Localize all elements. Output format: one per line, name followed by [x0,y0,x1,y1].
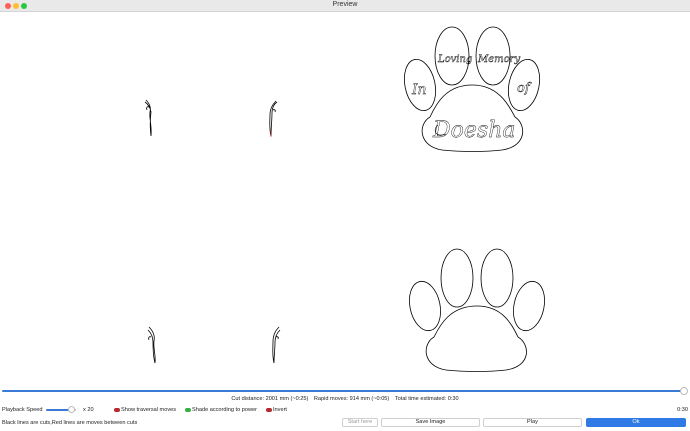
cut-paw-print [409,248,545,372]
footer-bar: Black lines are cuts,Red lines are moves… [0,418,690,428]
show-traversal-label: Show traversal moves [121,407,177,413]
engraving-text-loving: Loving [437,54,472,65]
engraving-text-of: of [517,81,532,96]
engraving-text-group: Loving Memory In of Doesha [411,54,532,143]
cut-statistics: Cut distance: 2001 mm (~0:25) Rapid move… [0,396,690,402]
curl-shape-top-left [144,99,152,137]
rapid-moves-text: Rapid moves: 914 mm (~0:05) [313,396,390,402]
curl-shape-bottom-left [147,326,156,364]
invert-toggle[interactable] [266,408,272,412]
playback-progress-handle[interactable] [680,387,688,395]
playback-progress-bar[interactable] [2,390,686,392]
playback-speed-label: Playback Speed [2,407,43,413]
engraving-text-memory: Memory [477,54,520,65]
playback-speed-handle[interactable] [68,406,75,413]
playback-controls: Playback Speed x 20 Show traversal moves… [0,406,690,415]
ok-button[interactable]: Ok [586,418,686,427]
curl-shape-bottom-right [272,326,281,364]
playback-speed-value: x 20 [83,407,94,413]
time-readout: 0:30 [677,407,688,413]
engraving-text-in: In [411,82,427,98]
cut-distance-text: Cut distance: 2001 mm (~0:25) [231,396,309,402]
preview-window: Preview Loving Memory In of Doesha Cut d… [0,0,690,431]
show-traversal-toggle[interactable] [114,408,120,412]
engraving-text-name: Doesha [432,118,515,143]
window-title: Preview [332,1,358,8]
title-bar: Preview [0,0,690,12]
play-button[interactable]: Play [483,418,582,427]
legend-hint-text: Black lines are cuts,Red lines are moves… [2,420,138,426]
shade-power-label: Shade according to power [192,407,257,413]
curl-shape-top-right [269,100,278,137]
start-here-button[interactable]: Start here [342,418,378,427]
save-image-button[interactable]: Save Image [381,418,480,427]
preview-drawing: Loving Memory In of Doesha [144,26,545,372]
preview-canvas[interactable]: Loving Memory In of Doesha [0,12,690,388]
total-time-text: Total time estimated: 0:30 [394,396,459,402]
shade-power-toggle[interactable] [185,408,191,412]
invert-label: Invert [273,407,287,413]
